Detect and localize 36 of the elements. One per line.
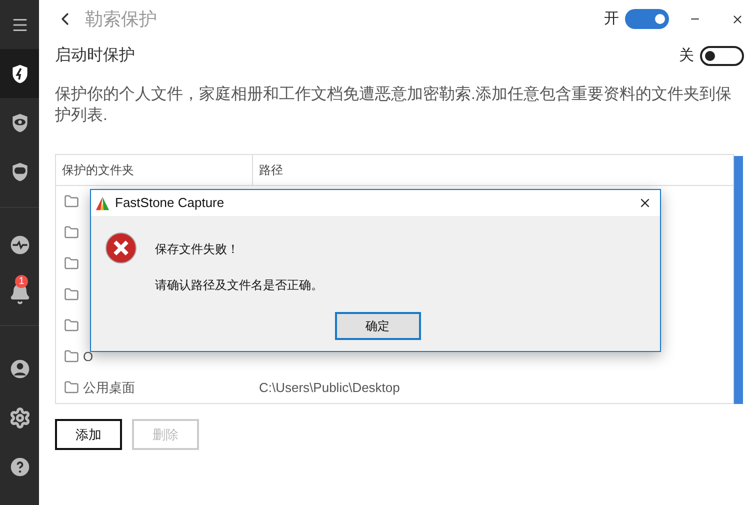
close-icon[interactable] (638, 196, 652, 210)
description-text: 保护你的个人文件，家庭相册和工作文档免遭恶意加密勒索.添加任意包含重要资料的文件夹到保护列表. (55, 84, 732, 126)
master-toggle[interactable] (625, 9, 669, 29)
folder-name: 公用桌面 (83, 378, 135, 397)
folder-icon (64, 287, 79, 302)
dialog-message: 保存文件失败！ (155, 241, 240, 258)
app-logo-icon (95, 196, 110, 210)
pulse-icon (8, 234, 30, 256)
folder-icon (64, 225, 79, 240)
help-icon (8, 456, 30, 478)
ok-button[interactable]: 确定 (334, 312, 420, 340)
folder-icon (64, 318, 79, 333)
page-title: 勒索保护 (85, 8, 157, 30)
sidebar-item[interactable] (0, 49, 39, 98)
folder-name: O (83, 348, 94, 366)
folder-icon (64, 349, 79, 364)
dialog-title: FastStone Capture (115, 194, 224, 212)
setting-label: 启动时保护 (55, 46, 135, 66)
toggle-label: 关 (679, 46, 694, 66)
sidebar-item[interactable]: 1 (0, 269, 39, 318)
column-header: 路径 (258, 162, 284, 179)
folder-icon (64, 256, 79, 271)
folder-icon (64, 380, 79, 395)
settings-icon (8, 406, 30, 428)
folder-path: C:\Users\Public\Desktop (258, 378, 401, 397)
folder-icon (64, 194, 79, 209)
error-icon (105, 232, 137, 264)
close-icon[interactable] (731, 12, 744, 26)
column-header: 保护的文件夹 (56, 155, 253, 185)
action-button[interactable]: 添加 (55, 419, 122, 450)
startup-toggle[interactable] (700, 46, 744, 66)
notification-badge: 1 (15, 275, 28, 288)
dialog-detail: 请确认路径及文件名是否正确。 (155, 277, 323, 294)
bell-icon (8, 282, 30, 304)
toggle-label: 开 (604, 8, 619, 29)
user-icon (8, 358, 30, 380)
